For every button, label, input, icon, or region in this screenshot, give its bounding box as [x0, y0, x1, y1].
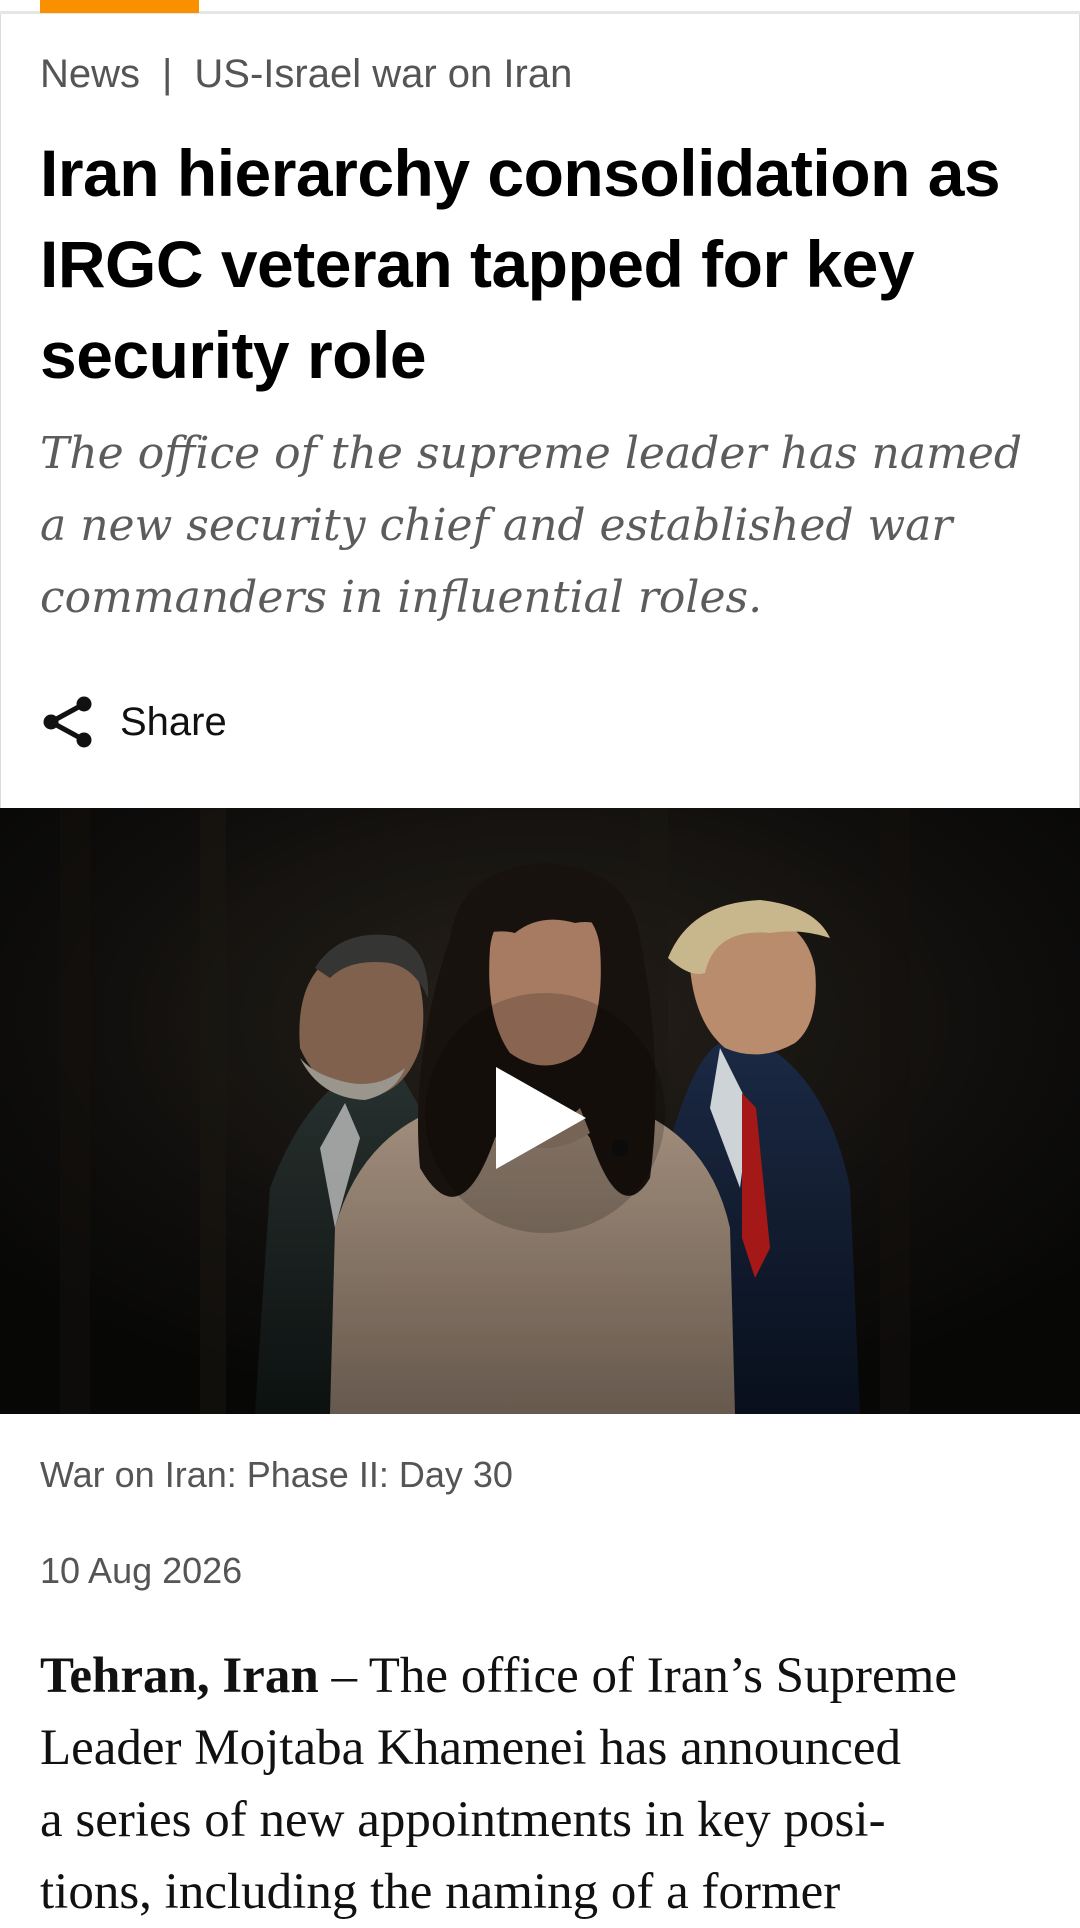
- dateline-place: Tehran, Iran: [40, 1648, 319, 1704]
- breadcrumb-topic-link[interactable]: US-Israel war on Iran: [194, 52, 572, 97]
- share-label: Share: [120, 699, 227, 744]
- body-line-4: tions, including the naming of a former: [40, 1864, 841, 1920]
- breadcrumb: News | US-Israel war on Iran: [40, 52, 572, 97]
- body-line-3: a series of new appointments in key posi…: [40, 1792, 886, 1848]
- card-edge-left: [0, 14, 1, 808]
- share-icon: [43, 696, 92, 748]
- article-body-lead: Tehran, Iran – The office of Iran’s Supr…: [40, 1640, 1050, 1928]
- body-line-2: Leader Mojtaba Khamenei has announced: [40, 1720, 901, 1776]
- play-icon[interactable]: [490, 1063, 590, 1173]
- breadcrumb-section-link[interactable]: News: [40, 52, 140, 97]
- share-button[interactable]: Share: [40, 695, 227, 749]
- publish-date: 10 Aug 2026: [40, 1550, 243, 1591]
- video-episode-label: War on Iran: Phase II: Day 30: [40, 1454, 513, 1495]
- body-line-1: The office of Iran’s Supreme: [368, 1648, 957, 1704]
- section-accent-bar: [40, 0, 199, 13]
- article-standfirst: The office of the supreme leader has nam…: [40, 428, 1023, 623]
- video-player[interactable]: [0, 808, 1080, 1414]
- dateline-dash: –: [318, 1648, 369, 1704]
- article-headline: Iran hierarchy consolidation as IRGC vet…: [40, 136, 1001, 392]
- breadcrumb-separator: |: [162, 52, 173, 96]
